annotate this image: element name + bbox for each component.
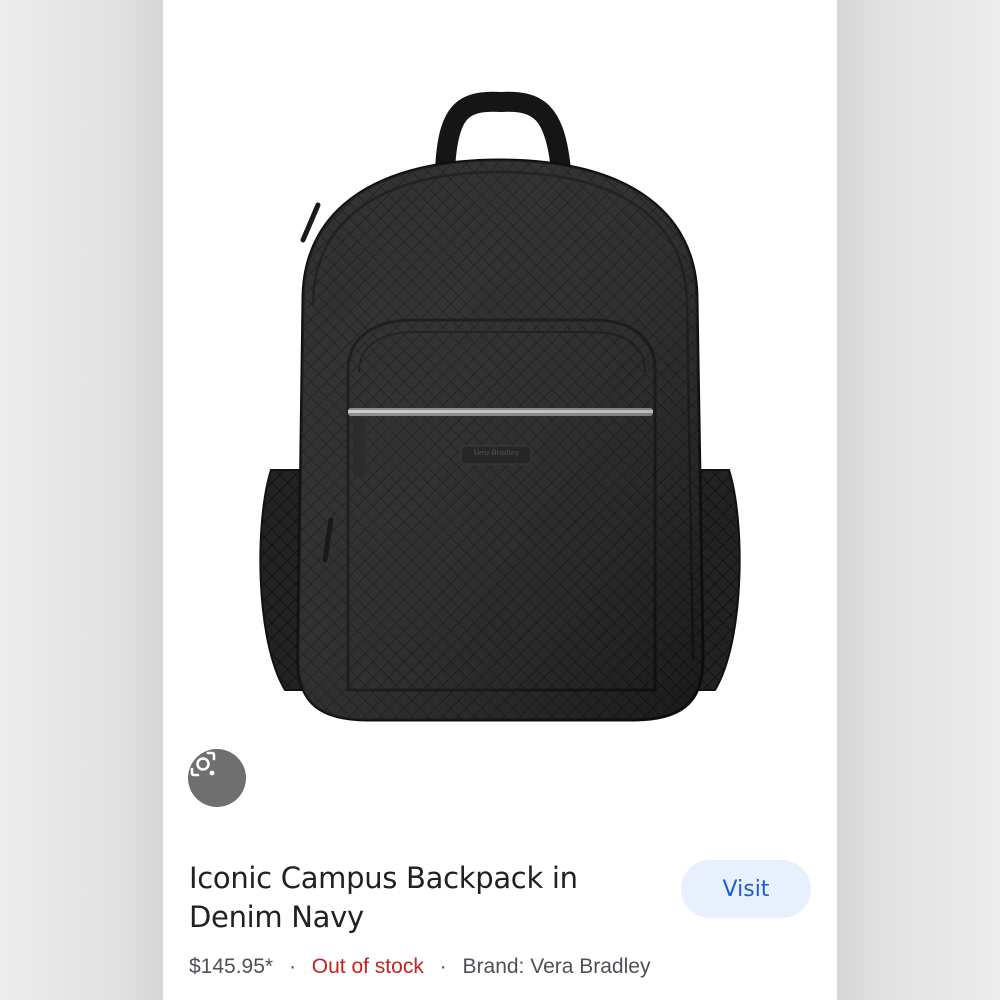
logo-patch-text: Vera Bradley — [473, 449, 519, 457]
product-title[interactable]: Iconic Campus Backpack in Denim Navy — [189, 859, 659, 937]
lens-search-button[interactable] — [188, 749, 246, 807]
product-meta: $145.95* · Out of stock · Brand: Vera Br… — [189, 955, 650, 979]
visit-button[interactable]: Visit — [681, 860, 811, 918]
stock-status: Out of stock — [311, 955, 424, 978]
product-card: Vera Bradley Iconic Campus Backpack in D… — [163, 0, 837, 1000]
lens-search-icon — [190, 751, 216, 777]
brand: Brand: Vera Bradley — [462, 955, 651, 978]
right-backdrop — [837, 0, 1000, 1000]
product-info-panel: Iconic Campus Backpack in Denim Navy Vis… — [163, 833, 837, 1000]
separator-dot: · — [439, 955, 447, 978]
left-backdrop — [0, 0, 163, 1000]
price: $145.95* — [189, 955, 274, 978]
product-image[interactable]: Vera Bradley — [163, 0, 837, 833]
separator-dot: · — [288, 955, 296, 978]
backpack-image — [259, 91, 741, 722]
